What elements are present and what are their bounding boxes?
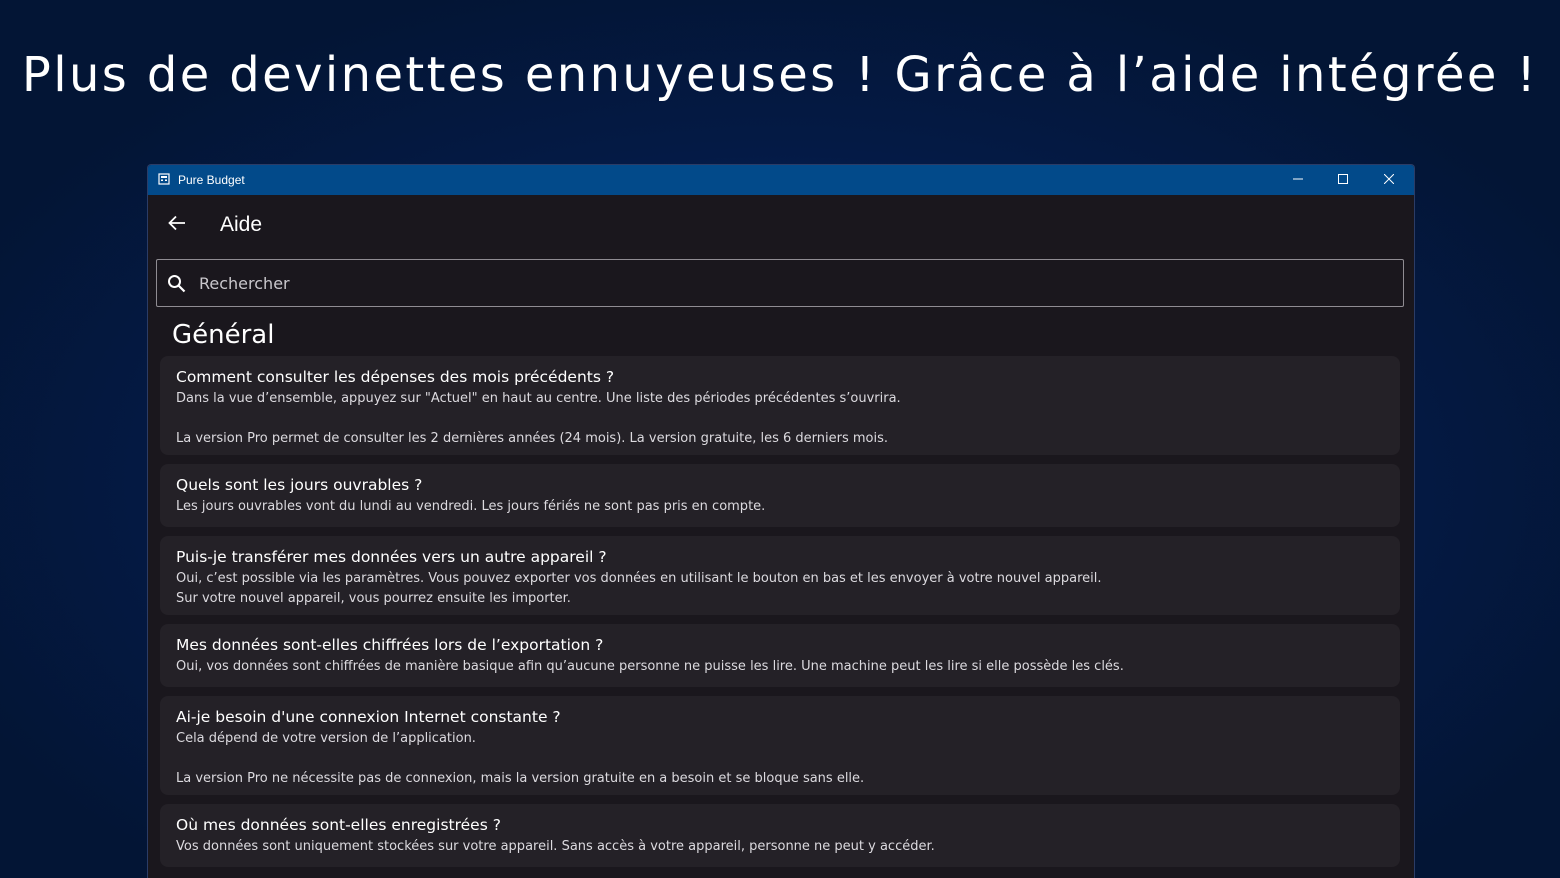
maximize-icon [1338, 173, 1348, 187]
faq-answer: Oui, c’est possible via les paramètres. … [176, 571, 1102, 606]
faq-item[interactable]: Où mes données sont-elles enregistrées ?… [160, 804, 1400, 867]
search-box[interactable] [156, 259, 1404, 307]
faq-item[interactable]: Ai-je besoin d'une connexion Internet co… [160, 696, 1400, 795]
back-arrow-icon [168, 215, 186, 235]
faq-item[interactable]: Mes données sont-elles chiffrées lors de… [160, 624, 1400, 687]
close-button[interactable] [1366, 165, 1412, 195]
faq-answer: Les jours ouvrables vont du lundi au ven… [176, 499, 766, 514]
app-window: Pure Budget Aide Rechercher Général Comm… [147, 164, 1415, 878]
faq-question: Quels sont les jours ouvrables ? [176, 476, 423, 494]
faq-question: Où mes données sont-elles enregistrées ? [176, 816, 501, 834]
page-header: Aide [148, 195, 1414, 255]
faq-question: Comment consulter les dépenses des mois … [176, 368, 615, 386]
faq-item[interactable]: Comment consulter les dépenses des mois … [160, 356, 1400, 455]
page-title: Aide [220, 213, 263, 236]
faq-item[interactable]: Quels sont les jours ouvrables ? Les jou… [160, 464, 1400, 527]
back-button[interactable] [162, 210, 192, 240]
faq-answer: Vos données sont uniquement stockées sur… [176, 839, 935, 854]
search-input[interactable] [199, 260, 1389, 306]
faq-question: Puis-je transférer mes données vers un a… [176, 548, 607, 566]
maximize-button[interactable] [1320, 165, 1366, 195]
search-icon [167, 274, 187, 298]
close-icon [1383, 173, 1395, 187]
faq-answer: Cela dépend de votre version de l’applic… [176, 731, 865, 786]
minimize-button[interactable] [1275, 165, 1321, 195]
faq-item[interactable]: Puis-je transférer mes données vers un a… [160, 536, 1400, 615]
minimize-icon [1293, 173, 1303, 187]
section-title: Général [172, 320, 275, 350]
faq-answer: Oui, vos données sont chiffrées de maniè… [176, 659, 1124, 674]
title-bar[interactable]: Pure Budget [148, 165, 1414, 195]
faq-answer: Dans la vue d’ensemble, appuyez sur "Act… [176, 391, 901, 446]
promo-headline: Plus de devinettes ennuyeuses ! Grâce à … [21, 47, 1539, 103]
app-icon [158, 173, 170, 185]
faq-question: Mes données sont-elles chiffrées lors de… [176, 636, 604, 654]
window-title: Pure Budget [178, 173, 245, 187]
faq-question: Ai-je besoin d'une connexion Internet co… [176, 708, 561, 726]
